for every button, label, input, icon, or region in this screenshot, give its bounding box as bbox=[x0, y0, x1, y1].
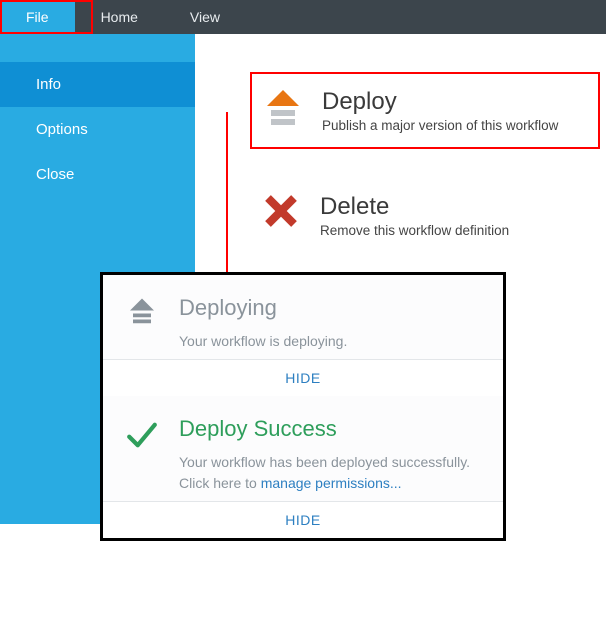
status-success-title: Deploy Success bbox=[179, 416, 481, 442]
deploy-subtitle: Publish a major version of this workflow bbox=[322, 118, 558, 133]
sidebar-item-options[interactable]: Options bbox=[0, 107, 195, 152]
check-icon bbox=[125, 416, 159, 452]
delete-title: Delete bbox=[320, 193, 509, 221]
sidebar-item-close[interactable]: Close bbox=[0, 152, 195, 197]
ribbon-tab-file[interactable]: File bbox=[0, 0, 75, 34]
status-deploying-title: Deploying bbox=[179, 295, 481, 321]
status-deploying: Deploying Your workflow is deploying. bbox=[103, 275, 503, 359]
delete-text: Delete Remove this workflow definition bbox=[320, 193, 509, 238]
deploy-title: Deploy bbox=[322, 88, 558, 116]
deploy-upload-gray-icon bbox=[125, 295, 159, 327]
deploy-action[interactable]: Deploy Publish a major version of this w… bbox=[250, 72, 600, 149]
status-deploying-message: Your workflow is deploying. bbox=[179, 331, 481, 351]
ribbon-tab-view[interactable]: View bbox=[164, 0, 246, 34]
deploy-upload-icon bbox=[262, 88, 304, 128]
status-deploying-hide-button[interactable]: HIDE bbox=[103, 359, 503, 396]
manage-permissions-link[interactable]: manage permissions... bbox=[261, 475, 402, 491]
deploy-text: Deploy Publish a major version of this w… bbox=[322, 88, 558, 133]
status-success: Deploy Success Your workflow has been de… bbox=[103, 396, 503, 501]
info-actions: Deploy Publish a major version of this w… bbox=[250, 72, 600, 252]
status-panel: Deploying Your workflow is deploying. HI… bbox=[100, 272, 506, 541]
status-success-message: Your workflow has been deployed successf… bbox=[179, 452, 481, 493]
delete-subtitle: Remove this workflow definition bbox=[320, 223, 509, 238]
status-success-hide-button[interactable]: HIDE bbox=[103, 501, 503, 538]
delete-action[interactable]: Delete Remove this workflow definition bbox=[250, 179, 600, 252]
delete-x-icon bbox=[260, 193, 302, 229]
sidebar-item-info[interactable]: Info bbox=[0, 62, 195, 107]
ribbon-tab-home[interactable]: Home bbox=[75, 0, 164, 34]
ribbon-tabs: File Home View bbox=[0, 0, 606, 34]
